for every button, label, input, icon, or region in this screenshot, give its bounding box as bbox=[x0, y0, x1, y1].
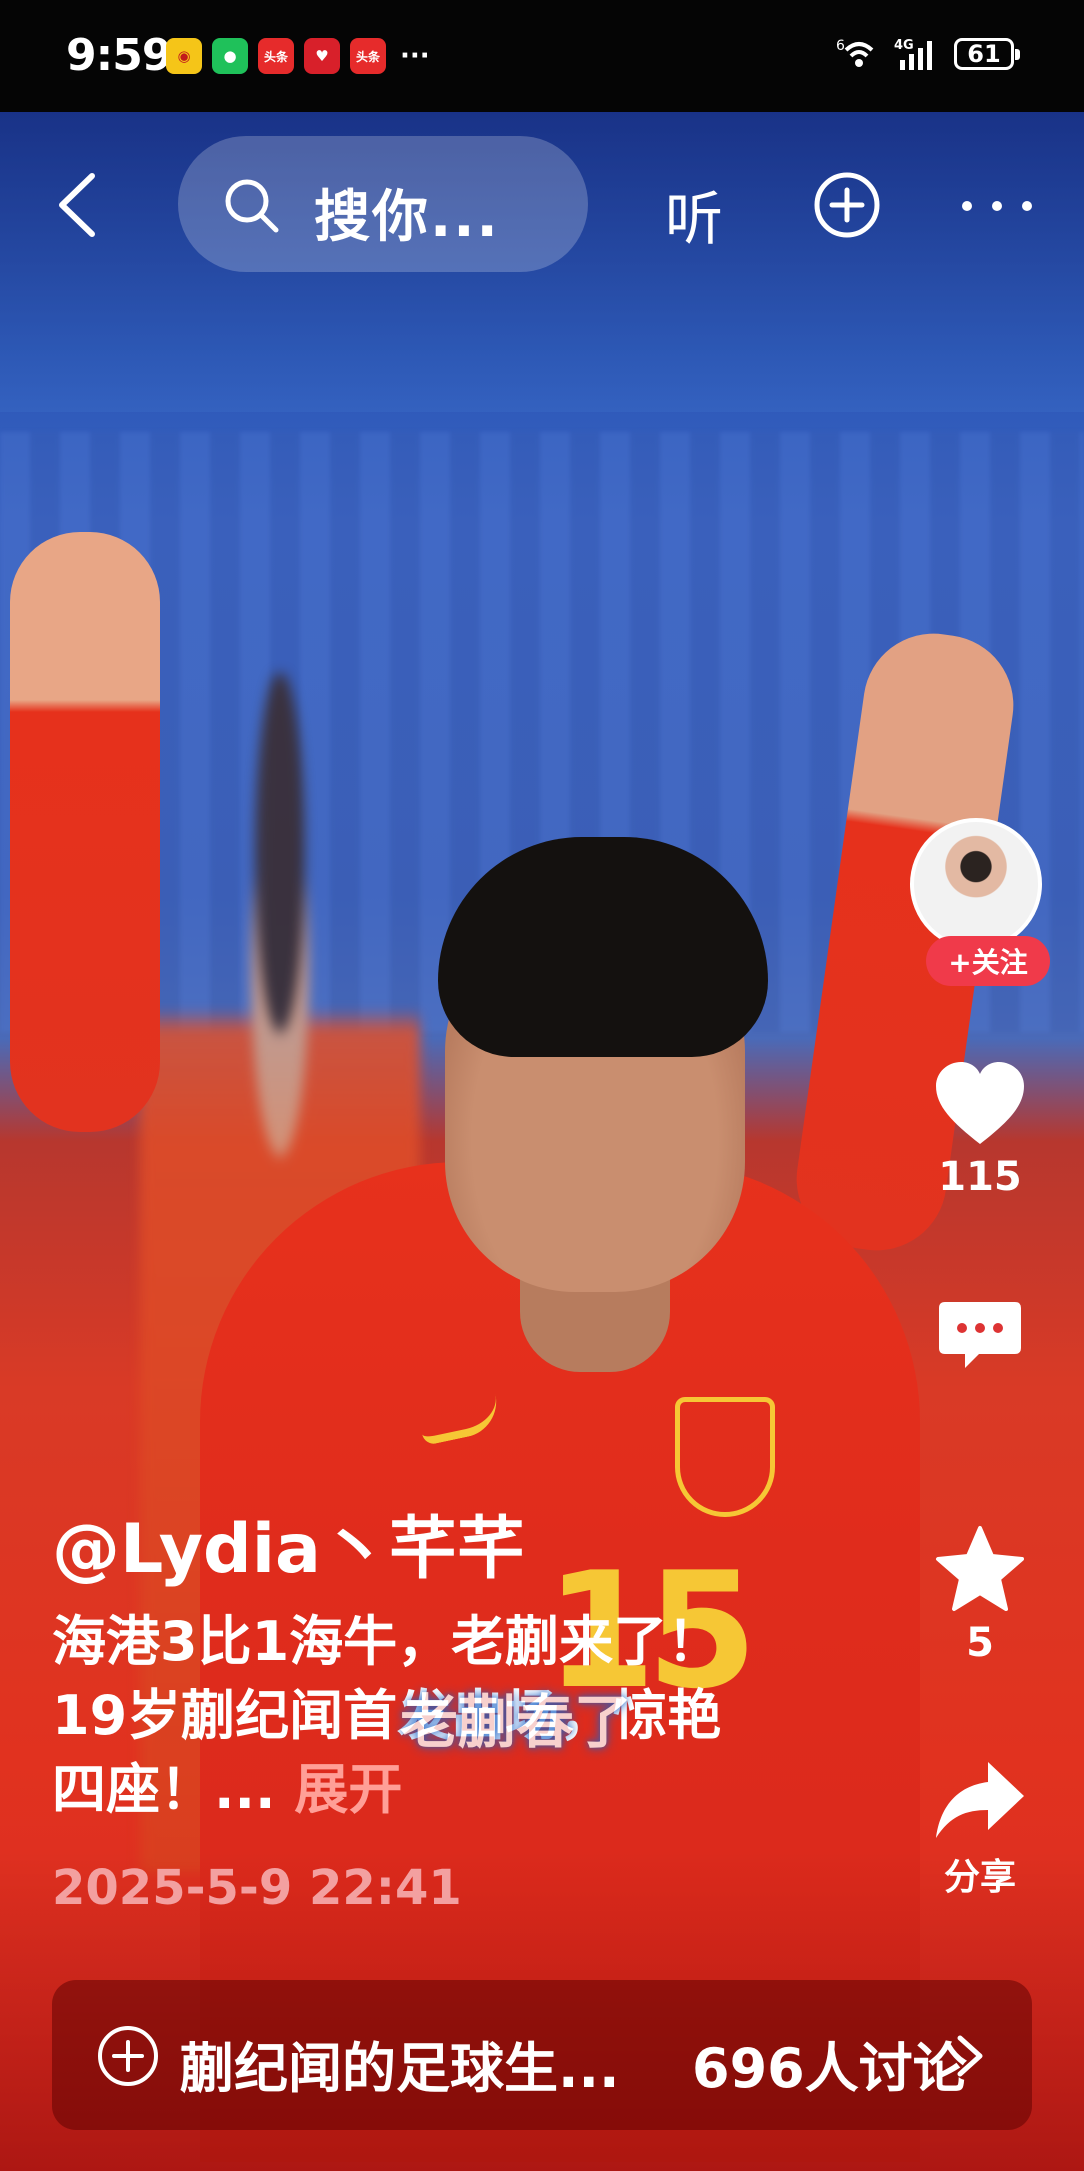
follow-button[interactable]: +关注 bbox=[926, 936, 1050, 986]
heart-app-icon: ♥ bbox=[304, 38, 340, 74]
status-bar: 9:59 ◉ ● 头条 ♥ 头条 ··· 6 4G 61 bbox=[0, 0, 1084, 112]
wifi-icon: 6 bbox=[836, 38, 874, 67]
cell-signal-icon: 4G bbox=[894, 38, 932, 70]
search-icon bbox=[225, 179, 279, 233]
more-options-icon[interactable] bbox=[962, 186, 1032, 226]
avatar[interactable] bbox=[910, 818, 1042, 950]
post-caption: @Lydia丶芊芊 海港3比1海牛，老蒯来了！ 19岁蒯纪闻首发出场，惊艳四座！… bbox=[52, 1505, 772, 1827]
favorite-count: 5 bbox=[966, 1620, 994, 1666]
add-circle-icon bbox=[98, 2026, 158, 2086]
toutiao-lite-icon: 头条 bbox=[350, 38, 386, 74]
heart-icon bbox=[936, 1062, 1024, 1144]
system-icons: 6 4G 61 bbox=[836, 36, 1020, 72]
weibo-icon: ◉ bbox=[166, 38, 202, 74]
search-bar[interactable]: 搜你... bbox=[178, 136, 588, 272]
search-placeholder: 搜你... bbox=[314, 185, 500, 250]
post-timestamp: 2025-5-9 22:41 bbox=[52, 1860, 462, 1916]
raised-left-arm bbox=[10, 532, 160, 1132]
author-name[interactable]: @Lydia丶芊芊 bbox=[52, 1505, 772, 1595]
topic-discussion-count: 696人讨论 bbox=[692, 2037, 967, 2100]
star-icon bbox=[936, 1526, 1024, 1611]
share-label: 分享 bbox=[943, 1857, 1016, 1898]
add-circle-icon[interactable] bbox=[812, 170, 882, 240]
battery-indicator: 61 bbox=[954, 38, 1020, 70]
video-subtitle: 老蒯春了 bbox=[400, 1688, 633, 1756]
svg-text:4G: 4G bbox=[894, 38, 914, 53]
video-feed-screen: 15 9:59 ◉ ● 头条 ♥ 头条 ··· 6 4G 61 搜你... 听 … bbox=[0, 0, 1084, 2171]
cfa-crest bbox=[675, 1397, 775, 1517]
favorite-action[interactable]: 5 bbox=[900, 1524, 1060, 1666]
share-action[interactable]: 分享 bbox=[900, 1758, 1060, 1900]
wechat-icon: ● bbox=[212, 38, 248, 74]
top-navigation: 搜你... 听 bbox=[0, 112, 1084, 302]
more-dot bbox=[992, 201, 1002, 211]
author-avatar-group: +关注 bbox=[910, 818, 1050, 986]
notification-icons: ◉ ● 头条 ♥ 头条 ··· bbox=[166, 38, 430, 74]
comment-action[interactable] bbox=[900, 1296, 1060, 1376]
comment-icon bbox=[939, 1302, 1021, 1368]
expand-link[interactable]: 展开 bbox=[294, 1758, 402, 1821]
more-dot bbox=[962, 201, 972, 211]
chevron-right-icon bbox=[957, 2035, 983, 2077]
share-arrow-icon bbox=[936, 1762, 1024, 1838]
notifications-more: ··· bbox=[400, 41, 430, 71]
listen-button[interactable]: 听 bbox=[665, 172, 723, 256]
svg-text:6: 6 bbox=[836, 38, 845, 54]
more-dot bbox=[1022, 201, 1032, 211]
back-arrow-icon[interactable] bbox=[52, 170, 102, 240]
topic-title: 蒯纪闻的足球生... bbox=[180, 2037, 620, 2100]
topic-bar[interactable]: 蒯纪闻的足球生... 696人讨论 bbox=[52, 1980, 1032, 2130]
like-action[interactable]: 115 bbox=[900, 1060, 1060, 1200]
toutiao-icon: 头条 bbox=[258, 38, 294, 74]
status-time: 9:59 bbox=[66, 30, 172, 81]
like-count: 115 bbox=[938, 1154, 1022, 1200]
